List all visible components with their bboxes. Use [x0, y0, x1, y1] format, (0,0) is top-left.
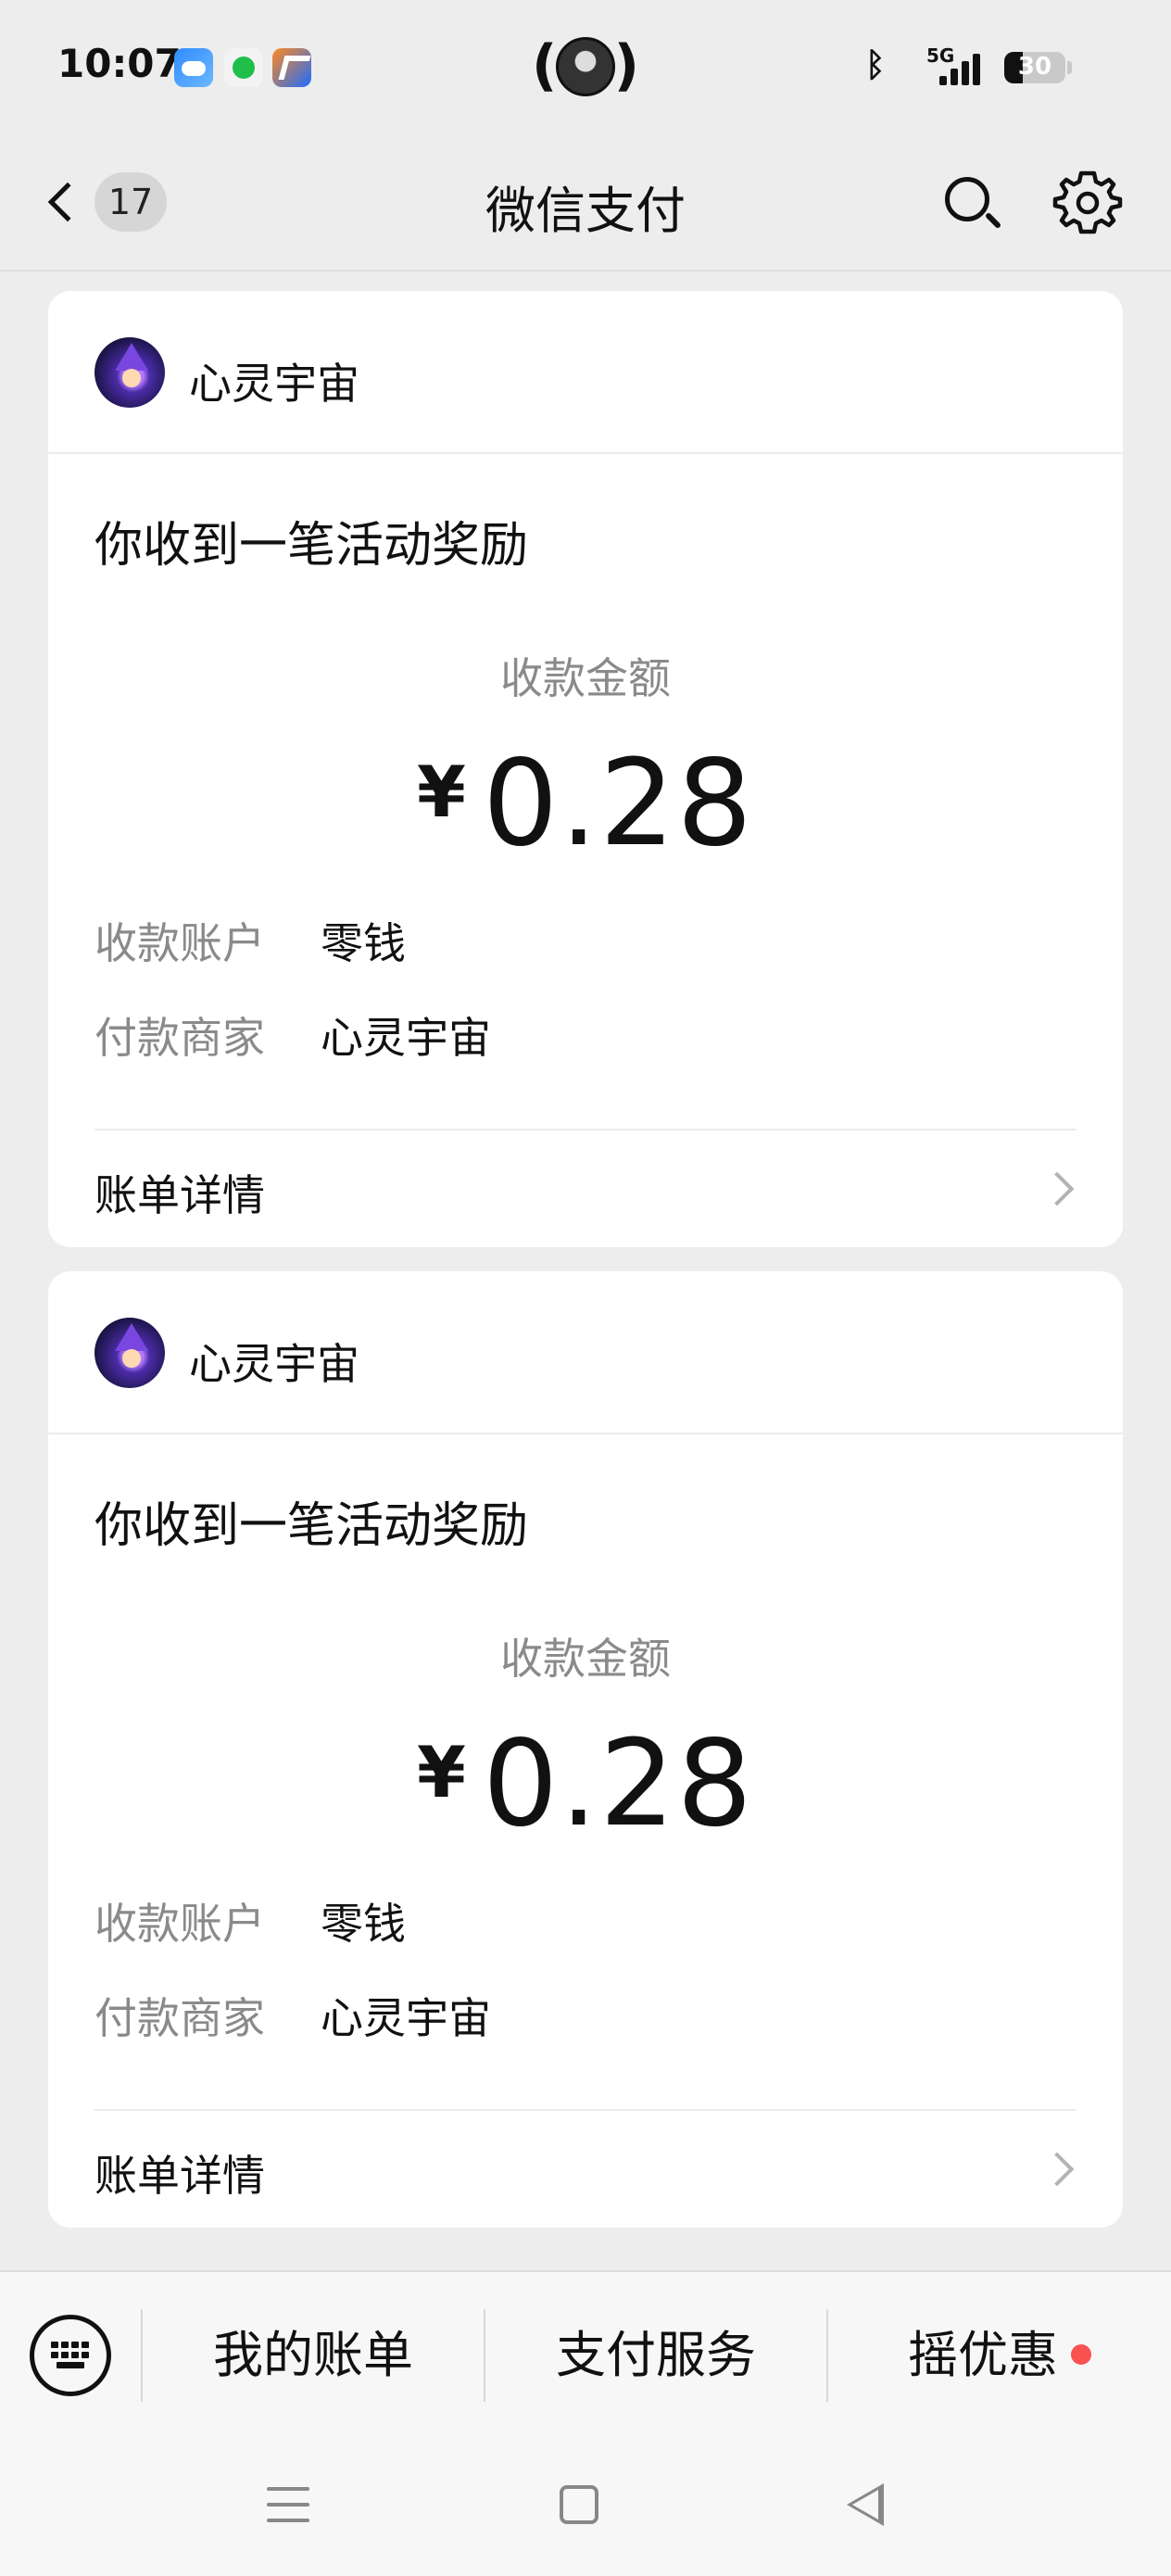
field-value: 零钱: [321, 1899, 406, 1949]
keyboard-toggle-button[interactable]: [30, 2315, 111, 2396]
amount-label: 收款金额: [500, 653, 671, 703]
weather-app-icon: [174, 48, 213, 87]
notice-title: 你收到一笔活动奖励: [94, 518, 529, 574]
merchant-name: 心灵宇宙: [189, 359, 359, 409]
bluetooth-icon: ᛒ: [865, 46, 886, 84]
search-icon: [945, 177, 989, 221]
battery-icon: 30: [1004, 52, 1065, 83]
currency-symbol: ¥: [417, 1731, 466, 1813]
bill-detail-label: 账单详情: [94, 2151, 265, 2201]
right-paren-glyph: ): [613, 33, 639, 98]
field-value: 心灵宇宙: [321, 1993, 491, 2043]
amount-value: 0.28: [482, 735, 754, 873]
field-value: 心灵宇宙: [321, 1013, 491, 1063]
amount-label: 收款金额: [500, 1634, 671, 1684]
status-bar: 10:07 ( ) ᛒ 5G 30: [0, 0, 1171, 134]
left-paren-glyph: (: [532, 33, 558, 98]
amount-row: ¥0.28: [48, 745, 1123, 875]
menu-shake-offers[interactable]: 摇优惠: [828, 2272, 1171, 2439]
merchant-avatar: [94, 1318, 165, 1388]
merchant-avatar: [94, 337, 165, 408]
payment-notice-card: 心灵宇宙 你收到一笔活动奖励 收款金额 ¥0.28 收款账户 零钱 付款商家 心…: [48, 1271, 1123, 2228]
live-activity-indicator: ( ): [532, 33, 639, 104]
live-avatar-icon: [556, 37, 615, 96]
field-label: 收款账户: [94, 918, 265, 968]
navigation-bar: 17 微信支付: [0, 134, 1171, 271]
system-navigation-bar: [0, 2437, 1171, 2576]
bottom-menu-bar: 我的账单 支付服务 摇优惠: [0, 2270, 1171, 2437]
status-indicators: ᛒ 5G 30: [865, 44, 1115, 87]
notification-dot: [1071, 2344, 1091, 2366]
chevron-right-icon: [1039, 2152, 1075, 2187]
battery-percent: 30: [1017, 53, 1052, 81]
menu-my-bills[interactable]: 我的账单: [143, 2272, 484, 2439]
field-label: 付款商家: [94, 1013, 265, 1063]
notice-title: 你收到一笔活动奖励: [94, 1498, 529, 1554]
battery-tip: [1067, 61, 1072, 74]
music-app-icon: [224, 48, 263, 87]
search-icon-handle: [984, 211, 1002, 230]
field-label: 收款账户: [94, 1899, 265, 1949]
merchant-name: 心灵宇宙: [189, 1339, 359, 1389]
amount-row: ¥0.28: [48, 1725, 1123, 1855]
search-button[interactable]: [936, 168, 1006, 238]
payment-notice-card: 心灵宇宙 你收到一笔活动奖励 收款金额 ¥0.28 收款账户 零钱 付款商家 心…: [48, 291, 1123, 1247]
travel-app-icon: [272, 48, 311, 87]
card-header[interactable]: 心灵宇宙: [48, 1271, 1123, 1434]
menu-payment-services[interactable]: 支付服务: [485, 2272, 826, 2439]
settings-button[interactable]: [1052, 168, 1123, 238]
card-header[interactable]: 心灵宇宙: [48, 291, 1123, 454]
system-back-button[interactable]: [847, 2483, 884, 2526]
signal-icon: [939, 52, 980, 85]
currency-symbol: ¥: [417, 751, 466, 833]
bill-detail-label: 账单详情: [94, 1170, 265, 1220]
field-value: 零钱: [321, 918, 406, 968]
bill-detail-link[interactable]: 账单详情: [48, 2111, 1123, 2228]
status-time: 10:07: [57, 41, 182, 86]
keyboard-icon: [51, 2342, 90, 2369]
menu-shake-offers-label: 摇优惠: [908, 2326, 1058, 2384]
field-label: 付款商家: [94, 1993, 265, 2043]
gear-icon: [1052, 170, 1123, 234]
home-button[interactable]: [560, 2485, 598, 2524]
chevron-right-icon: [1039, 1171, 1075, 1206]
recent-apps-button[interactable]: [267, 2485, 309, 2524]
bill-detail-link[interactable]: 账单详情: [48, 1130, 1123, 1247]
amount-value: 0.28: [482, 1715, 754, 1853]
